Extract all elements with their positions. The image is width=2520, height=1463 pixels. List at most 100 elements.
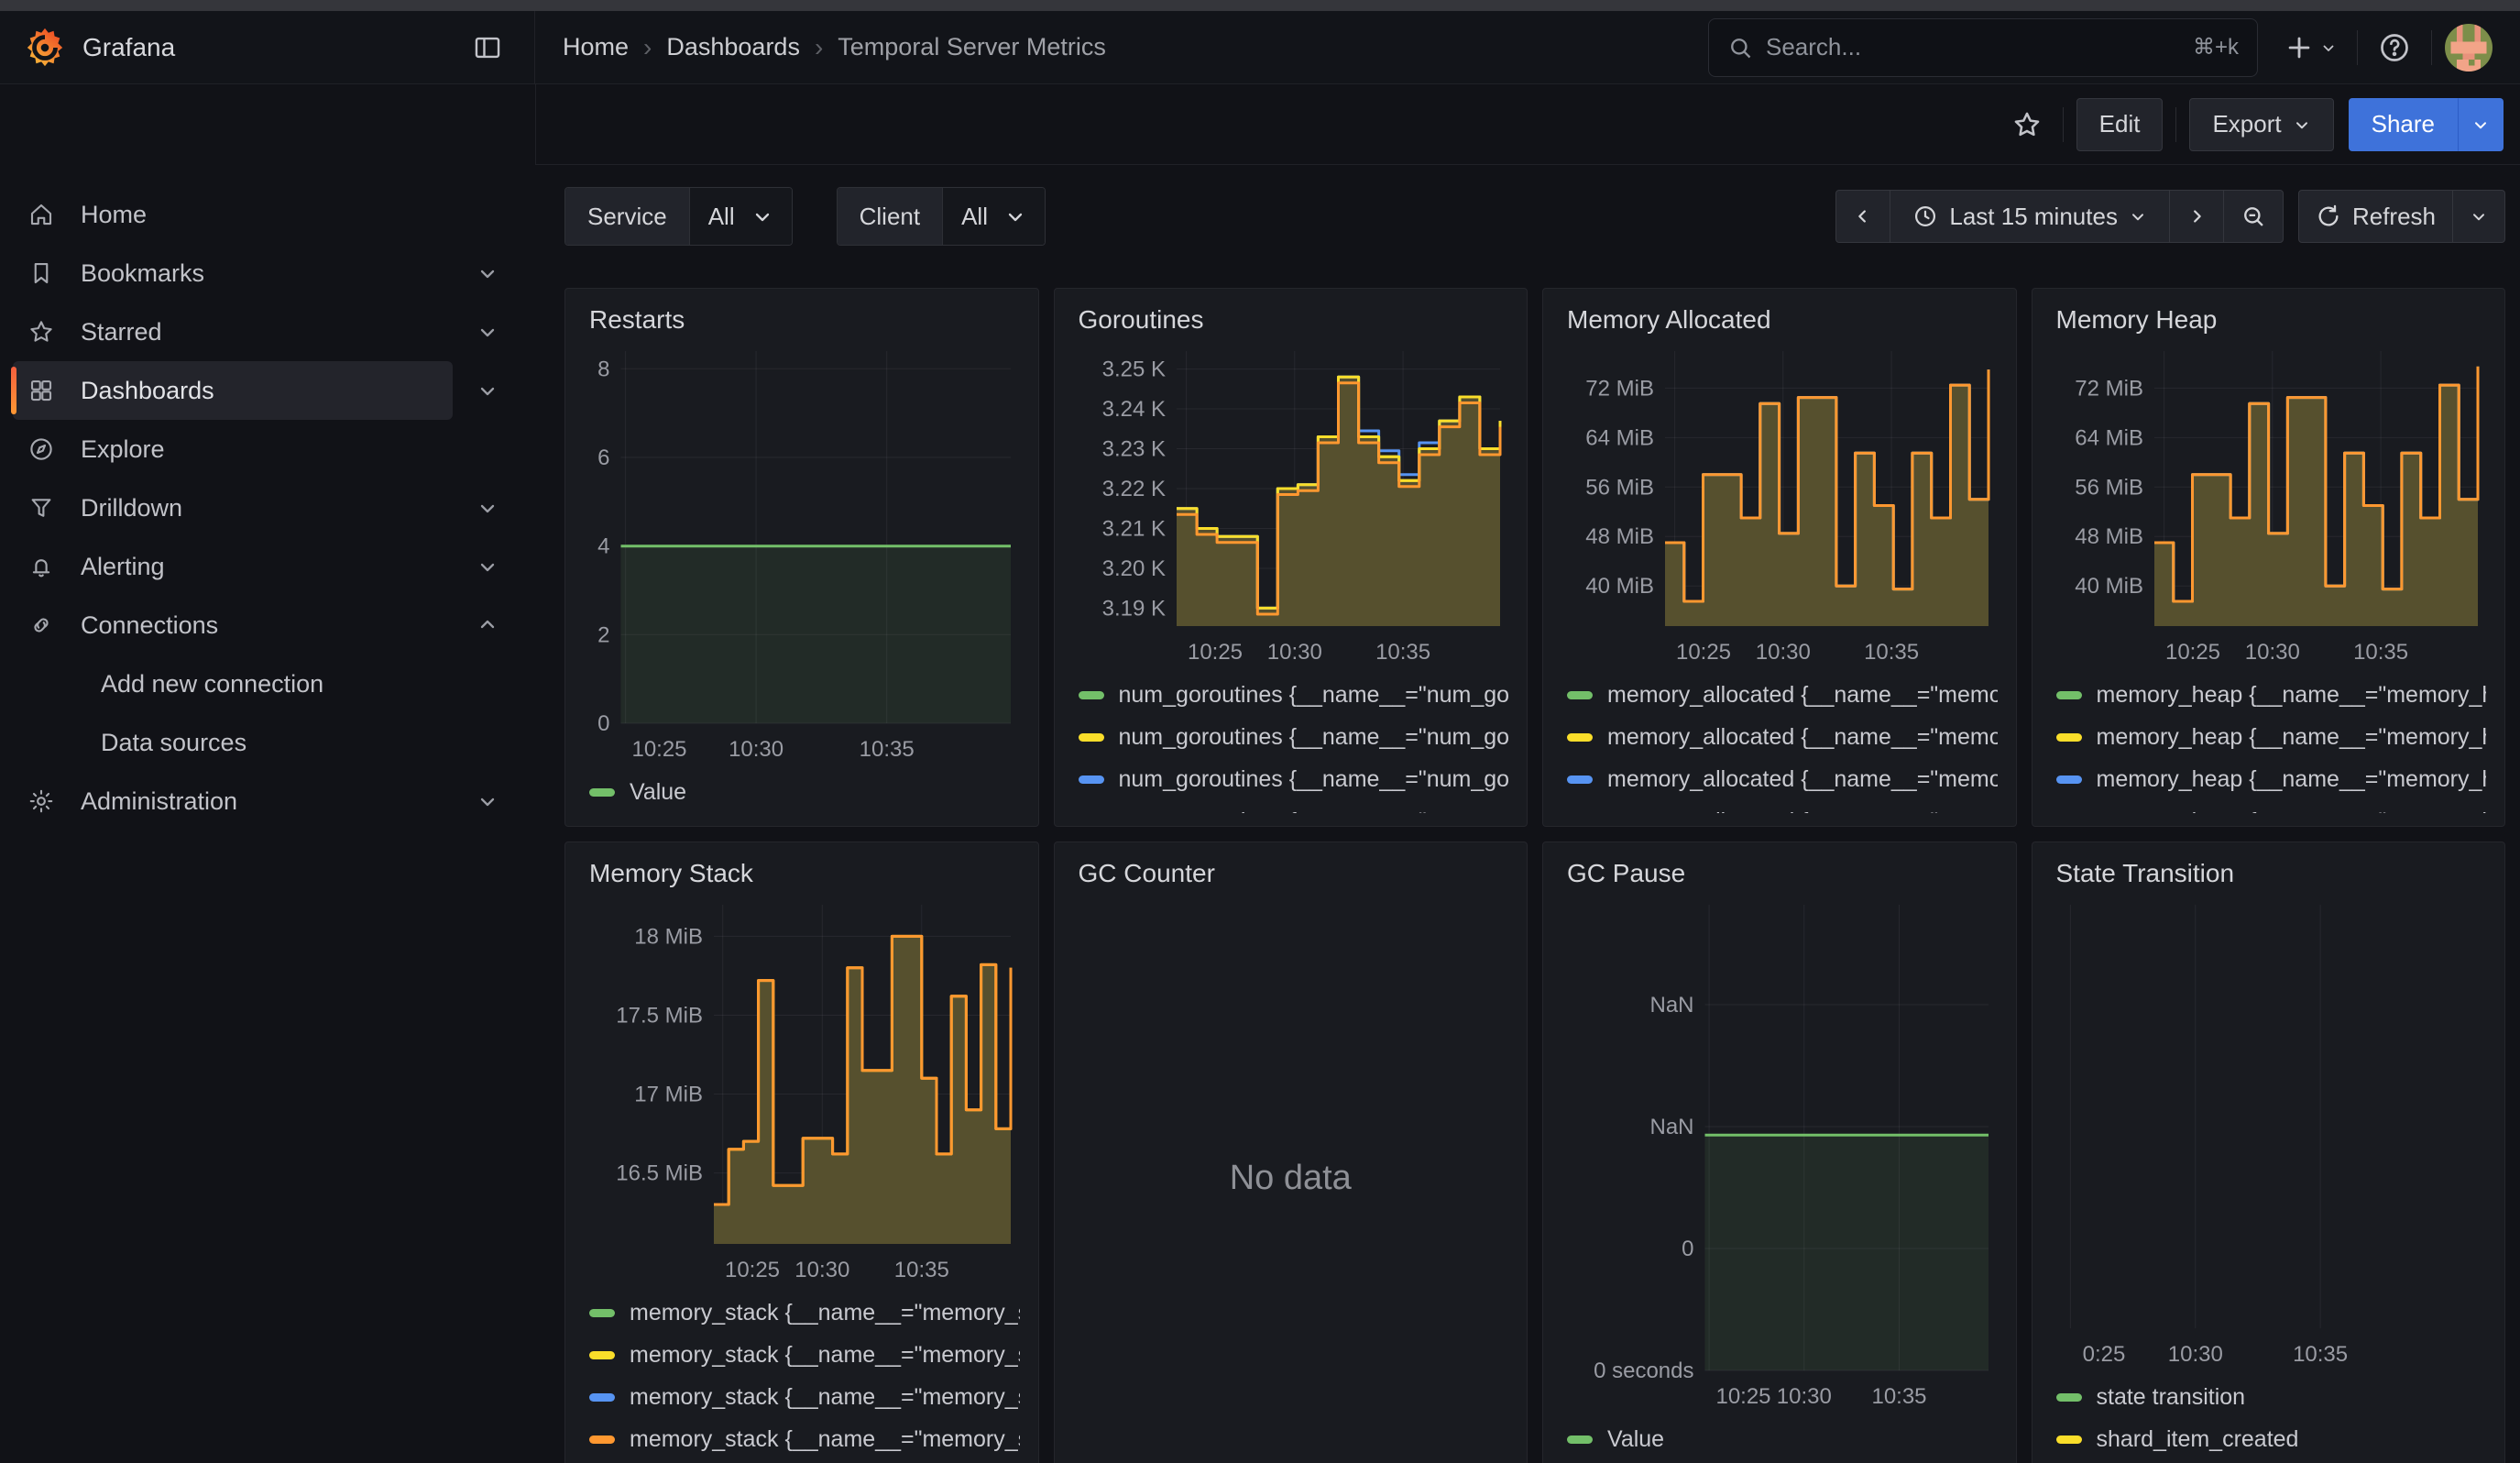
panel-title[interactable]: Memory Allocated xyxy=(1567,305,1998,335)
sidebar-item-label: Administration xyxy=(81,787,237,816)
breadcrumb-item[interactable]: Home xyxy=(563,33,629,61)
legend-swatch xyxy=(589,788,615,797)
sidebar-item-add-new-connection[interactable]: Add new connection xyxy=(13,654,522,713)
add-button[interactable] xyxy=(2276,25,2344,71)
time-series-chart[interactable]: 0:2510:3010:35 xyxy=(2051,896,2487,1370)
legend-item[interactable]: state transition xyxy=(2056,1376,2487,1418)
legend-label: memory_allocated {__name__="memo xyxy=(1607,808,1998,814)
legend-label: memory_heap {__name__="memory_h xyxy=(2097,766,2487,793)
top-nav-left: Grafana xyxy=(0,11,535,83)
sidebar-expand-toggle[interactable] xyxy=(453,790,522,812)
legend-item[interactable]: memory_heap {__name__="memory_h xyxy=(2056,716,2487,758)
favorite-star-button[interactable] xyxy=(2004,102,2050,148)
refresh-interval-button[interactable] xyxy=(2452,190,2505,243)
sidebar-expand-toggle[interactable] xyxy=(453,556,522,578)
sidebar-expand-toggle[interactable] xyxy=(453,380,522,402)
chevron-down-icon xyxy=(477,497,499,519)
share-menu-button[interactable] xyxy=(2458,98,2504,151)
svg-text:3.19 K: 3.19 K xyxy=(1101,596,1165,621)
sidebar-item-administration[interactable]: Administration xyxy=(13,772,453,830)
time-series-chart[interactable]: 0246810:2510:3010:35 xyxy=(584,342,1020,765)
legend-item[interactable]: memory_heap {__name__="memory_h xyxy=(2056,758,2487,800)
legend-item[interactable]: memory_stack {__name__="memory_s xyxy=(589,1376,1020,1418)
sidebar-item-alerting[interactable]: Alerting xyxy=(13,537,453,596)
legend-item[interactable]: memory_stack {__name__="memory_s xyxy=(589,1334,1020,1376)
breadcrumb-item[interactable]: Dashboards xyxy=(666,33,800,61)
time-series-chart[interactable]: 3.19 K3.20 K3.21 K3.22 K3.23 K3.24 K3.25… xyxy=(1073,342,1509,668)
legend-item[interactable]: memory_allocated {__name__="memo xyxy=(1567,800,1998,813)
sidebar-item-explore[interactable]: Explore xyxy=(13,420,522,478)
filter-label: Client xyxy=(838,188,943,245)
sidebar-item-starred[interactable]: Starred xyxy=(13,302,453,361)
sidebar-toggle-icon[interactable] xyxy=(465,25,510,71)
svg-text:40 MiB: 40 MiB xyxy=(2075,574,2143,599)
refresh-button[interactable]: Refresh xyxy=(2298,190,2453,243)
legend-item[interactable]: memory_heap {__name__="memory_h xyxy=(2056,674,2487,716)
chevron-down-icon xyxy=(2470,207,2488,226)
sidebar-item-drilldown[interactable]: Drilldown xyxy=(13,478,453,537)
search-input[interactable] xyxy=(1766,33,2180,61)
sidebar-item-connections[interactable]: Connections xyxy=(13,596,453,654)
legend-swatch xyxy=(589,1393,615,1402)
panel-legend: Value xyxy=(584,765,1020,813)
sidebar-expand-toggle[interactable] xyxy=(453,614,522,636)
legend-item[interactable]: shard_item_created xyxy=(2056,1418,2487,1460)
panel-title[interactable]: GC Counter xyxy=(1079,859,1509,888)
legend-item[interactable]: memory_allocated {__name__="memo xyxy=(1567,674,1998,716)
variable-filter-client: ClientAll xyxy=(837,187,1046,246)
filter-value-dropdown[interactable]: All xyxy=(690,188,792,245)
svg-text:64 MiB: 64 MiB xyxy=(1585,425,1654,450)
legend-item[interactable]: memory_allocated {__name__="memo xyxy=(1567,758,1998,800)
legend-item[interactable]: Value xyxy=(589,771,1020,813)
time-series-chart[interactable]: 16.5 MiB17 MiB17.5 MiB18 MiB10:2510:3010… xyxy=(584,896,1020,1286)
svg-text:NaN: NaN xyxy=(1649,993,1693,1018)
filter-value-dropdown[interactable]: All xyxy=(943,188,1045,245)
panel-title[interactable]: State Transition xyxy=(2056,859,2487,888)
sidebar-expand-toggle[interactable] xyxy=(453,497,522,519)
sidebar-item-home[interactable]: Home xyxy=(13,185,522,244)
panel-title[interactable]: Memory Heap xyxy=(2056,305,2487,335)
sidebar-expand-toggle[interactable] xyxy=(453,262,522,284)
svg-text:3.25 K: 3.25 K xyxy=(1101,358,1165,382)
avatar[interactable] xyxy=(2445,24,2493,72)
legend-item[interactable]: memory_heap {__name__="memory_h xyxy=(2056,800,2487,813)
edit-button[interactable]: Edit xyxy=(2076,98,2164,151)
legend-item[interactable]: num_goroutines {__name__="num_go xyxy=(1079,800,1509,813)
search-box[interactable]: ⌘+k xyxy=(1708,18,2258,77)
time-series-chart[interactable]: 40 MiB48 MiB56 MiB64 MiB72 MiB10:2510:30… xyxy=(1561,342,1998,668)
sidebar-item-bookmarks[interactable]: Bookmarks xyxy=(13,244,453,302)
time-shift-forward-button[interactable] xyxy=(2169,190,2224,243)
svg-text:72 MiB: 72 MiB xyxy=(2075,376,2143,401)
sidebar-expand-toggle[interactable] xyxy=(453,321,522,343)
legend-item[interactable]: memory_stack {__name__="memory_s xyxy=(589,1292,1020,1334)
legend-item[interactable]: memory_allocated {__name__="memo xyxy=(1567,716,1998,758)
chevron-down-icon xyxy=(477,556,499,578)
legend-swatch xyxy=(1567,1436,1593,1444)
search-shortcut: ⌘+k xyxy=(2193,34,2239,60)
export-button[interactable]: Export xyxy=(2189,98,2333,151)
legend-item[interactable]: num_goroutines {__name__="num_go xyxy=(1079,674,1509,716)
sidebar-item-label: Bookmarks xyxy=(81,259,204,288)
svg-text:0: 0 xyxy=(1682,1237,1693,1261)
filter-label: Service xyxy=(565,188,690,245)
panel-title[interactable]: Goroutines xyxy=(1079,305,1509,335)
legend-item[interactable]: num_goroutines {__name__="num_go xyxy=(1079,758,1509,800)
help-icon[interactable] xyxy=(2371,24,2418,72)
legend-item[interactable]: Value xyxy=(1567,1418,1998,1460)
sidebar-item-dashboards[interactable]: Dashboards xyxy=(13,361,453,420)
share-button[interactable]: Share xyxy=(2349,98,2458,151)
zoom-out-button[interactable] xyxy=(2223,190,2284,243)
legend-item[interactable]: memory_stack {__name__="memory_s xyxy=(589,1418,1020,1460)
svg-text:56 MiB: 56 MiB xyxy=(2075,475,2143,500)
time-series-chart[interactable]: 0 seconds0NaNNaN10:2510:3010:35 xyxy=(1561,896,1998,1413)
panel-title[interactable]: Restarts xyxy=(589,305,1020,335)
time-series-chart[interactable]: 40 MiB48 MiB56 MiB64 MiB72 MiB10:2510:30… xyxy=(2051,342,2487,668)
panel-title[interactable]: GC Pause xyxy=(1567,859,1998,888)
sidebar-item-data-sources[interactable]: Data sources xyxy=(13,713,522,772)
time-shift-back-button[interactable] xyxy=(1835,190,1890,243)
panel-title[interactable]: Memory Stack xyxy=(589,859,1020,888)
sidebar-item-label: Explore xyxy=(81,435,165,464)
time-range-picker[interactable]: Last 15 minutes xyxy=(1890,190,2170,243)
svg-text:10:35: 10:35 xyxy=(894,1258,949,1282)
legend-item[interactable]: num_goroutines {__name__="num_go xyxy=(1079,716,1509,758)
